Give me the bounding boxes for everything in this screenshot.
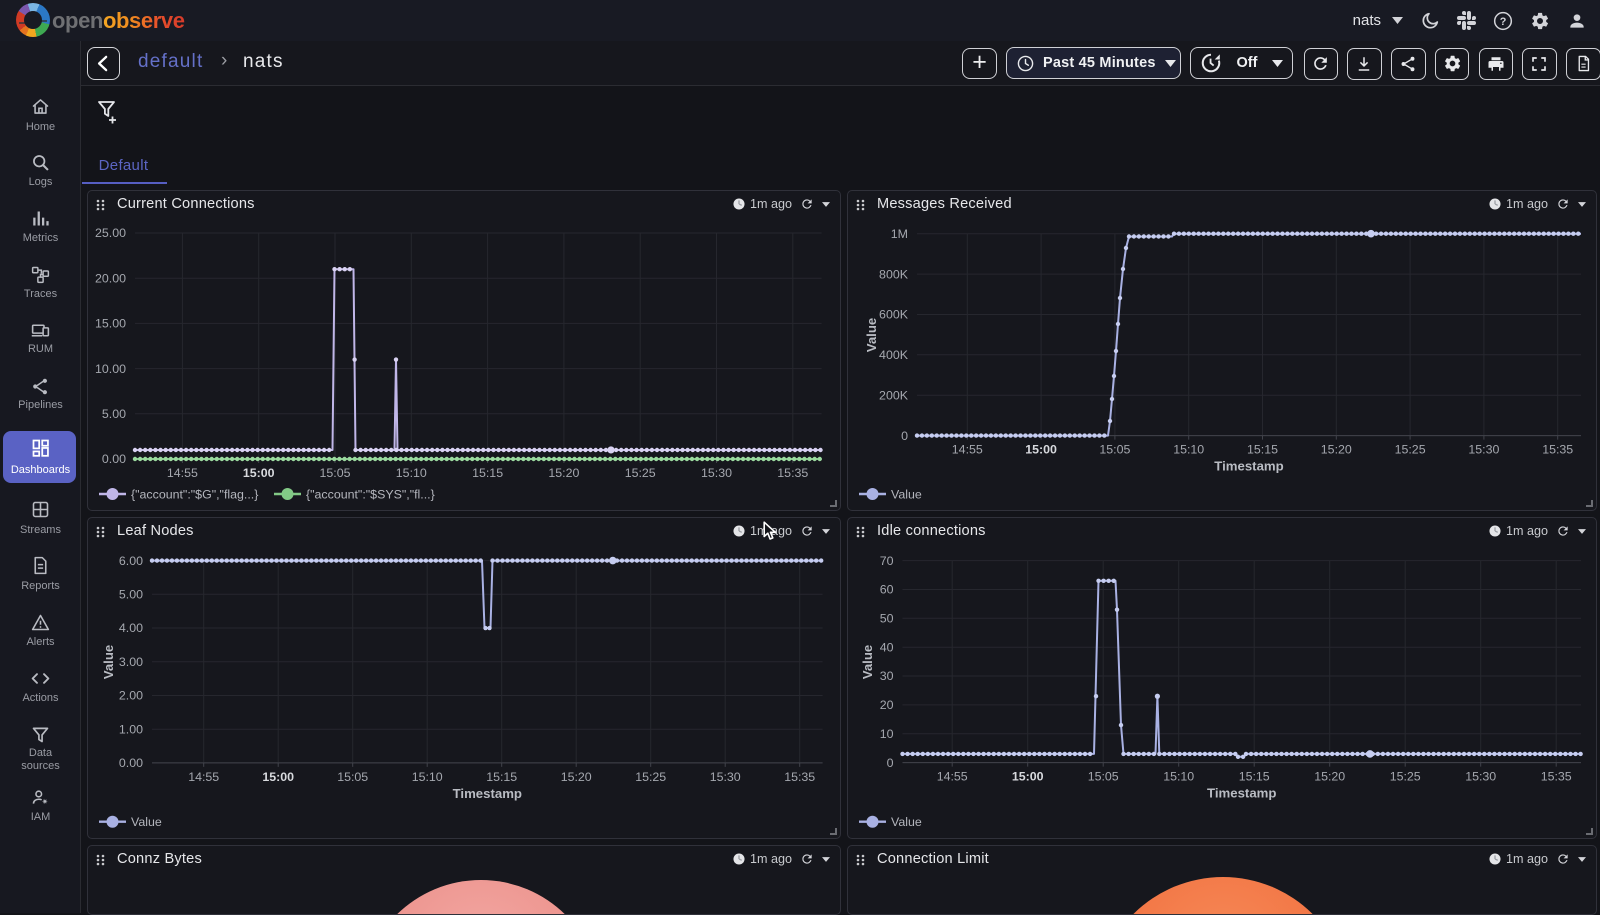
svg-text:Timestamp: Timestamp [453, 786, 522, 801]
svg-text:5.00: 5.00 [119, 588, 143, 602]
svg-text:3.00: 3.00 [119, 655, 143, 669]
svg-text:0: 0 [887, 756, 894, 770]
svg-text:15:15: 15:15 [1247, 443, 1278, 457]
svg-text:400K: 400K [879, 348, 909, 362]
svg-text:30: 30 [880, 669, 894, 683]
svg-text:Timestamp: Timestamp [1207, 786, 1276, 801]
svg-text:Value: Value [860, 645, 875, 679]
svg-text:15:00: 15:00 [1025, 443, 1057, 457]
svg-text:15:00: 15:00 [262, 770, 294, 784]
svg-text:Timestamp: Timestamp [1214, 459, 1283, 474]
svg-text:15:20: 15:20 [548, 466, 579, 480]
svg-text:15.00: 15.00 [95, 317, 126, 331]
svg-text:15:25: 15:25 [635, 770, 666, 784]
svg-text:15:05: 15:05 [337, 770, 368, 784]
svg-text:15:25: 15:25 [1395, 443, 1426, 457]
svg-text:?: ? [1500, 15, 1507, 27]
svg-text:15:10: 15:10 [1163, 770, 1194, 784]
svg-text:14:55: 14:55 [937, 770, 968, 784]
svg-text:15:00: 15:00 [243, 466, 275, 480]
svg-text:70: 70 [880, 554, 894, 568]
svg-text:0.00: 0.00 [119, 756, 143, 770]
svg-text:10.00: 10.00 [95, 362, 126, 376]
svg-text:15:05: 15:05 [319, 466, 350, 480]
svg-text:4.00: 4.00 [119, 621, 143, 635]
svg-text:{"account":"$G","flag...}: {"account":"$G","flag...} [131, 487, 258, 501]
svg-text:15:20: 15:20 [1321, 443, 1352, 457]
svg-text:Value: Value [891, 487, 922, 501]
svg-text:1.00: 1.00 [119, 722, 143, 736]
svg-text:0: 0 [901, 429, 908, 443]
svg-text:15:05: 15:05 [1088, 770, 1119, 784]
svg-text:6.00: 6.00 [119, 554, 143, 568]
svg-text:10: 10 [880, 727, 894, 741]
svg-text:15:30: 15:30 [710, 770, 741, 784]
svg-text:60: 60 [880, 583, 894, 597]
svg-text:0.00: 0.00 [102, 452, 126, 466]
svg-text:800K: 800K [879, 267, 909, 281]
svg-text:200K: 200K [879, 388, 909, 402]
svg-text:20: 20 [880, 698, 894, 712]
svg-text:15:30: 15:30 [701, 466, 732, 480]
svg-text:15:20: 15:20 [1314, 770, 1345, 784]
svg-text:15:25: 15:25 [625, 466, 656, 480]
svg-text:15:35: 15:35 [1542, 443, 1573, 457]
svg-text:15:00: 15:00 [1012, 770, 1044, 784]
svg-text:2.00: 2.00 [119, 689, 143, 703]
svg-text:15:35: 15:35 [1541, 770, 1572, 784]
svg-text:Value: Value [101, 645, 116, 679]
svg-text:1M: 1M [891, 227, 908, 241]
svg-text:15:20: 15:20 [561, 770, 592, 784]
svg-text:15:10: 15:10 [412, 770, 443, 784]
svg-text:15:35: 15:35 [784, 770, 815, 784]
svg-text:600K: 600K [879, 308, 909, 322]
svg-text:Value: Value [131, 815, 162, 829]
svg-text:15:30: 15:30 [1465, 770, 1496, 784]
svg-text:5.00: 5.00 [102, 407, 126, 421]
svg-text:20.00: 20.00 [95, 271, 126, 285]
svg-text:Value: Value [864, 318, 879, 352]
svg-text:{"account":"$SYS","fl...}: {"account":"$SYS","fl...} [306, 487, 435, 501]
svg-text:40: 40 [880, 640, 894, 654]
svg-text:15:15: 15:15 [472, 466, 503, 480]
svg-text:15:30: 15:30 [1468, 443, 1499, 457]
svg-text:14:55: 14:55 [952, 443, 983, 457]
svg-text:14:55: 14:55 [188, 770, 219, 784]
svg-text:15:10: 15:10 [396, 466, 427, 480]
svg-text:25.00: 25.00 [95, 226, 126, 240]
svg-text:15:25: 15:25 [1390, 770, 1421, 784]
svg-text:15:15: 15:15 [1239, 770, 1270, 784]
svg-text:Value: Value [891, 815, 922, 829]
svg-text:15:10: 15:10 [1173, 443, 1204, 457]
svg-text:15:15: 15:15 [486, 770, 517, 784]
svg-text:14:55: 14:55 [167, 466, 198, 480]
svg-text:15:05: 15:05 [1099, 443, 1130, 457]
svg-text:50: 50 [880, 612, 894, 626]
svg-text:15:35: 15:35 [777, 466, 808, 480]
